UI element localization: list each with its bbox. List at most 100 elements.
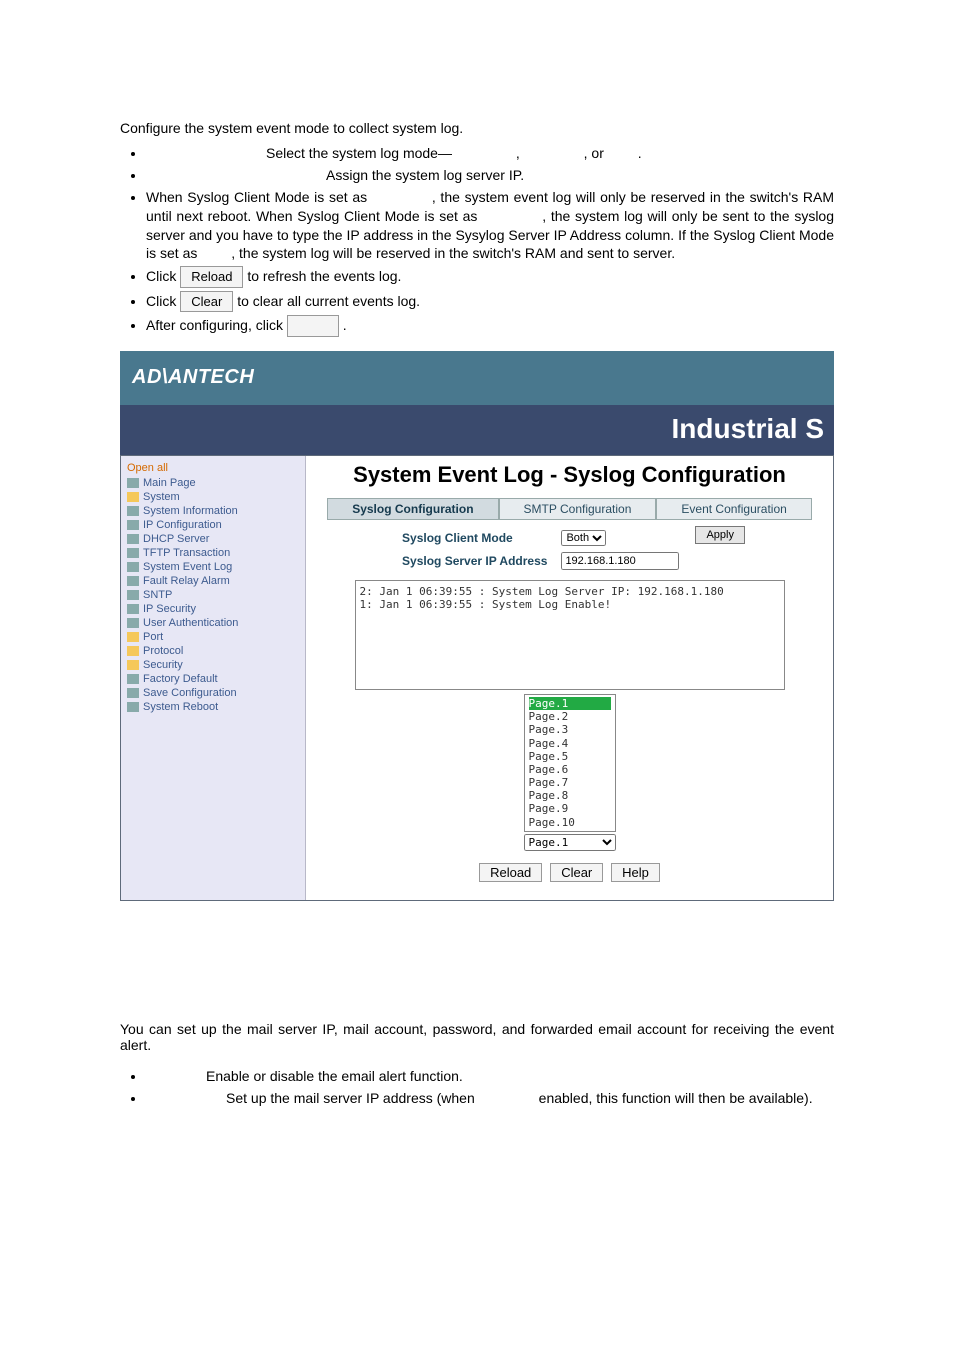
instruction-item: Assign the system log server IP. bbox=[146, 166, 834, 185]
clear-button[interactable]: Clear bbox=[550, 863, 603, 882]
txt: to refresh the events log. bbox=[247, 268, 401, 284]
page-icon bbox=[127, 618, 139, 628]
clear-button-sample: Clear bbox=[180, 291, 233, 313]
tab-event-config[interactable]: Event Configuration bbox=[656, 498, 811, 520]
log-line: 1: Jan 1 06:39:55 : System Log Enable! bbox=[360, 598, 780, 611]
title-bar: AD\ANTECH bbox=[120, 351, 834, 405]
sidebar-item-label: System Reboot bbox=[143, 701, 218, 713]
page-item[interactable]: Page.9 bbox=[529, 802, 611, 815]
sidebar-item-label: System Information bbox=[143, 505, 238, 517]
sidebar-item[interactable]: System Reboot bbox=[127, 700, 301, 714]
instruction-item: Select the system log mode— , , or . bbox=[146, 144, 834, 163]
sidebar-item[interactable]: Factory Default bbox=[127, 672, 301, 686]
smtp-item: Set up the mail server IP address (when … bbox=[146, 1089, 834, 1108]
sidebar-item-label: Security bbox=[143, 659, 183, 671]
smtp-list: Enable or disable the email alert functi… bbox=[120, 1067, 834, 1108]
sidebar-item[interactable]: Protocol bbox=[127, 644, 301, 658]
page-item[interactable]: Page.10 bbox=[529, 816, 611, 829]
sidebar-item[interactable]: System Information bbox=[127, 504, 301, 518]
instruction-item: Click Clear to clear all current events … bbox=[146, 291, 834, 313]
instruction-list: Select the system log mode— , , or . Ass… bbox=[120, 144, 834, 337]
sidebar-item[interactable]: Main Page bbox=[127, 476, 301, 490]
page-icon bbox=[127, 674, 139, 684]
brand-logo: AD\ANTECH bbox=[132, 366, 254, 389]
app-screenshot: AD\ANTECH Industrial S Open all Main Pag… bbox=[120, 351, 834, 901]
sidebar-item[interactable]: Save Configuration bbox=[127, 686, 301, 700]
sidebar: Open all Main PageSystem System Informati… bbox=[121, 456, 306, 900]
smtp-item: Enable or disable the email alert functi… bbox=[146, 1067, 834, 1086]
sidebar-item[interactable]: DHCP Server bbox=[127, 532, 301, 546]
sidebar-item-label: User Authentication bbox=[143, 617, 238, 629]
page-icon bbox=[127, 590, 139, 600]
folder-icon bbox=[127, 660, 139, 670]
apply-button[interactable]: Apply bbox=[695, 526, 745, 544]
content-pane: System Event Log - Syslog Configuration … bbox=[306, 456, 833, 900]
sidebar-item[interactable]: IP Configuration bbox=[127, 518, 301, 532]
sidebar-item-label: System bbox=[143, 491, 180, 503]
page-item[interactable]: Page.7 bbox=[529, 776, 611, 789]
page-list: Page.1Page.2Page.3Page.4Page.5Page.6Page… bbox=[524, 694, 616, 851]
syslog-ip-label: Syslog Server IP Address bbox=[396, 550, 553, 572]
page-icon bbox=[127, 534, 139, 544]
intro-text: Configure the system event mode to colle… bbox=[120, 120, 834, 136]
sidebar-item-label: Protocol bbox=[143, 645, 183, 657]
sidebar-item-label: SNTP bbox=[143, 589, 172, 601]
instruction-item: When Syslog Client Mode is set as , the … bbox=[146, 188, 834, 264]
page-item[interactable]: Page.5 bbox=[529, 750, 611, 763]
folder-icon bbox=[127, 632, 139, 642]
syslog-mode-label: Syslog Client Mode bbox=[396, 528, 553, 548]
txt: Enable or disable the email alert functi… bbox=[206, 1068, 463, 1084]
page-item[interactable]: Page.2 bbox=[529, 710, 611, 723]
tab-syslog-config[interactable]: Syslog Configuration bbox=[327, 498, 498, 520]
reload-button[interactable]: Reload bbox=[479, 863, 542, 882]
sidebar-item-label: Factory Default bbox=[143, 673, 218, 685]
txt: , the system log will be reserved in the… bbox=[231, 245, 675, 261]
txt: Click bbox=[146, 293, 180, 309]
page-icon bbox=[127, 506, 139, 516]
help-button[interactable]: Help bbox=[611, 863, 660, 882]
page-icon bbox=[127, 520, 139, 530]
open-all-link[interactable]: Open all bbox=[127, 462, 301, 474]
sidebar-item[interactable]: TFTP Transaction bbox=[127, 546, 301, 560]
sidebar-item-label: Save Configuration bbox=[143, 687, 237, 699]
smtp-paragraph: You can set up the mail server IP, mail … bbox=[120, 1021, 834, 1053]
sidebar-item[interactable]: User Authentication bbox=[127, 616, 301, 630]
sidebar-item[interactable]: Fault Relay Alarm bbox=[127, 574, 301, 588]
sidebar-item[interactable]: IP Security bbox=[127, 602, 301, 616]
sidebar-item-label: IP Configuration bbox=[143, 519, 222, 531]
sub-banner: Industrial S bbox=[120, 405, 834, 455]
tab-bar: Syslog Configuration SMTP Configuration … bbox=[314, 498, 825, 520]
sidebar-item-label: Port bbox=[143, 631, 163, 643]
sidebar-item[interactable]: System Event Log bbox=[127, 560, 301, 574]
page-icon bbox=[127, 548, 139, 558]
page-item[interactable]: Page.1 bbox=[529, 697, 611, 710]
txt: . bbox=[608, 145, 642, 161]
txt: Select the system log mode— bbox=[266, 145, 452, 161]
page-select[interactable]: Page.1 bbox=[524, 834, 616, 851]
syslog-ip-input[interactable] bbox=[561, 552, 679, 570]
page-title: System Event Log - Syslog Configuration bbox=[314, 462, 825, 488]
sidebar-item[interactable]: SNTP bbox=[127, 588, 301, 602]
sidebar-item[interactable]: Security bbox=[127, 658, 301, 672]
sidebar-item[interactable]: Port bbox=[127, 630, 301, 644]
page-icon bbox=[127, 702, 139, 712]
page-item[interactable]: Page.3 bbox=[529, 723, 611, 736]
sidebar-item-label: DHCP Server bbox=[143, 533, 209, 545]
log-line: 2: Jan 1 06:39:55 : System Log Server IP… bbox=[360, 585, 780, 598]
reload-button-sample: Reload bbox=[180, 266, 243, 288]
tab-smtp-config[interactable]: SMTP Configuration bbox=[499, 498, 657, 520]
page-item[interactable]: Page.4 bbox=[529, 737, 611, 750]
txt: When Syslog Client Mode is set as bbox=[146, 189, 372, 205]
page-item[interactable]: Page.6 bbox=[529, 763, 611, 776]
config-form: Syslog Client Mode Both Syslog Server IP… bbox=[394, 526, 687, 574]
txt: After configuring, click bbox=[146, 317, 287, 333]
sidebar-item-label: Fault Relay Alarm bbox=[143, 575, 230, 587]
txt: , bbox=[456, 145, 520, 161]
page-item[interactable]: Page.8 bbox=[529, 789, 611, 802]
blank-button-sample bbox=[287, 315, 339, 337]
txt: Assign the system log server IP. bbox=[326, 167, 524, 183]
txt: Set up the mail server IP address (when bbox=[226, 1090, 479, 1106]
sidebar-item[interactable]: System bbox=[127, 490, 301, 504]
sidebar-item-label: System Event Log bbox=[143, 561, 232, 573]
syslog-mode-select[interactable]: Both bbox=[561, 530, 606, 546]
